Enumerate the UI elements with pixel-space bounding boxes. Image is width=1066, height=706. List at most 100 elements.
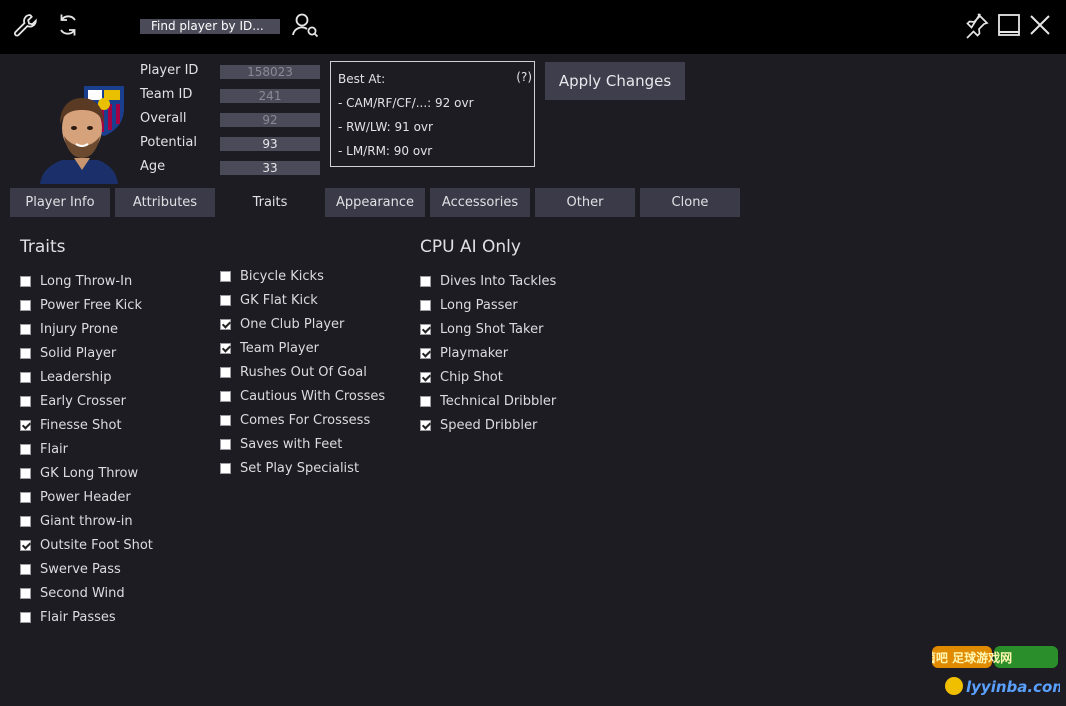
watermark-line1: 绿茵吧 足球游戏网: [932, 650, 1012, 665]
tab-attributes[interactable]: Attributes: [115, 188, 215, 217]
trait-checkbox[interactable]: [420, 420, 431, 431]
trait-checkbox[interactable]: [20, 276, 31, 287]
trait-label: Set Play Specialist: [240, 461, 360, 476]
search-input[interactable]: Find player by ID...: [140, 19, 280, 34]
trait-checkbox[interactable]: [420, 300, 431, 311]
trait-checkbox[interactable]: [420, 276, 431, 287]
trait-checkbox[interactable]: [20, 420, 31, 431]
trait-label: Long Throw-In: [40, 274, 133, 289]
tab-clone[interactable]: Clone: [640, 188, 740, 217]
trait-label: Solid Player: [40, 346, 117, 361]
trait-label: Leadership: [40, 370, 112, 385]
trait-label: Flair Passes: [40, 610, 116, 625]
trait-checkbox[interactable]: [220, 463, 231, 474]
close-icon[interactable]: [1026, 11, 1054, 39]
trait-label: Early Crosser: [40, 394, 126, 409]
trait-label: Long Passer: [440, 298, 518, 313]
tab-player-info[interactable]: Player Info: [10, 188, 110, 217]
traits-heading: Traits: [20, 237, 66, 257]
overall-label: Overall: [140, 111, 187, 126]
trait-label: Technical Dribbler: [440, 394, 557, 409]
trait-checkbox[interactable]: [20, 372, 31, 383]
trait-checkbox[interactable]: [20, 612, 31, 623]
trait-checkbox[interactable]: [220, 271, 231, 282]
trait-label: Second Wind: [40, 586, 125, 601]
trait-checkbox[interactable]: [220, 319, 231, 330]
trait-checkbox[interactable]: [20, 396, 31, 407]
trait-checkbox[interactable]: [220, 439, 231, 450]
trait-label: Power Header: [40, 490, 131, 505]
trait-label: GK Flat Kick: [240, 293, 318, 308]
best-at-title: Best At:: [338, 72, 386, 86]
trait-checkbox[interactable]: [220, 391, 231, 402]
trait-label: Bicycle Kicks: [240, 269, 324, 284]
best-at-panel: Best At: (?) - CAM/RF/CF/...: 92 ovr - R…: [330, 61, 535, 167]
trait-label: Outsite Foot Shot: [40, 538, 153, 553]
age-field[interactable]: 33: [220, 161, 320, 175]
title-bar: Find player by ID...: [0, 0, 1066, 54]
overall-field[interactable]: 92: [220, 113, 320, 127]
trait-checkbox[interactable]: [420, 372, 431, 383]
trait-label: Power Free Kick: [40, 298, 142, 313]
trait-label: Playmaker: [440, 346, 509, 361]
trait-label: GK Long Throw: [40, 466, 139, 481]
tab-accessories[interactable]: Accessories: [430, 188, 530, 217]
trait-label: Rushes Out Of Goal: [240, 365, 367, 380]
player-id-field[interactable]: 158023: [220, 65, 320, 79]
trait-label: Long Shot Taker: [440, 322, 544, 337]
trait-label: Saves with Feet: [240, 437, 343, 452]
age-label: Age: [140, 159, 166, 174]
trait-label: Dives Into Tackles: [440, 274, 557, 289]
tab-appearance[interactable]: Appearance: [325, 188, 425, 217]
site-watermark-logo: 绿茵吧 足球游戏网 lyyinba.com: [912, 642, 1066, 700]
trait-label: Swerve Pass: [40, 562, 121, 577]
trait-label: Cautious With Crosses: [240, 389, 386, 404]
trait-checkbox[interactable]: [20, 516, 31, 527]
trait-checkbox[interactable]: [420, 324, 431, 335]
trait-checkbox[interactable]: [220, 343, 231, 354]
trait-label: One Club Player: [240, 317, 345, 332]
best-at-help[interactable]: (?): [516, 70, 532, 84]
pin-icon[interactable]: [962, 11, 990, 39]
best-at-line: - RW/LW: 91 ovr: [338, 120, 433, 134]
trait-label: Comes For Crossess: [240, 413, 371, 428]
watermark-line2: lyyinba.com: [966, 678, 1060, 696]
trait-checkbox[interactable]: [220, 295, 231, 306]
trait-label: Giant throw-in: [40, 514, 133, 529]
potential-field[interactable]: 93: [220, 137, 320, 151]
user-search-icon[interactable]: [291, 11, 319, 39]
traits-content: [0, 217, 1066, 706]
trait-checkbox[interactable]: [20, 468, 31, 479]
trait-label: Team Player: [240, 341, 319, 356]
trait-label: Finesse Shot: [40, 418, 122, 433]
refresh-icon[interactable]: [54, 11, 82, 39]
trait-checkbox[interactable]: [220, 367, 231, 378]
trait-label: Chip Shot: [440, 370, 503, 385]
best-at-line: - CAM/RF/CF/...: 92 ovr: [338, 96, 474, 110]
trait-checkbox[interactable]: [420, 396, 431, 407]
apply-changes-button[interactable]: Apply Changes: [545, 62, 685, 100]
team-id-label: Team ID: [140, 87, 193, 102]
trait-checkbox[interactable]: [20, 564, 31, 575]
trait-checkbox[interactable]: [20, 300, 31, 311]
trait-checkbox[interactable]: [420, 348, 431, 359]
tab-traits[interactable]: Traits: [220, 188, 320, 217]
trait-checkbox[interactable]: [220, 415, 231, 426]
potential-label: Potential: [140, 135, 197, 150]
cpu-ai-heading: CPU AI Only: [420, 237, 521, 257]
trait-checkbox[interactable]: [20, 348, 31, 359]
trait-checkbox[interactable]: [20, 324, 31, 335]
trait-label: Injury Prone: [40, 322, 118, 337]
player-id-label: Player ID: [140, 63, 199, 78]
wrench-icon[interactable]: [12, 11, 40, 39]
player-avatar: [36, 84, 132, 184]
trait-checkbox[interactable]: [20, 540, 31, 551]
minimize-icon[interactable]: [995, 11, 1023, 39]
trait-label: Speed Dribbler: [440, 418, 538, 433]
tab-other[interactable]: Other: [535, 188, 635, 217]
trait-label: Flair: [40, 442, 69, 457]
team-id-field[interactable]: 241: [220, 89, 320, 103]
trait-checkbox[interactable]: [20, 444, 31, 455]
trait-checkbox[interactable]: [20, 492, 31, 503]
trait-checkbox[interactable]: [20, 588, 31, 599]
